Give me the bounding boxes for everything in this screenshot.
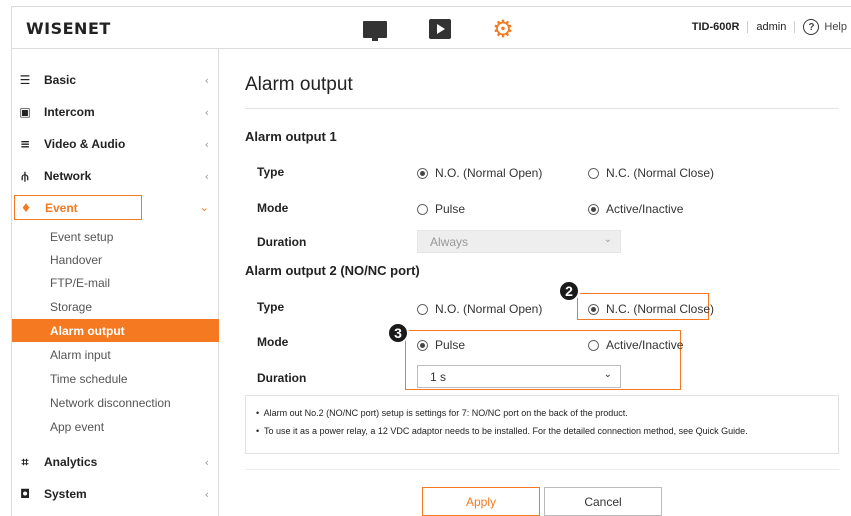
info-notes: • Alarm out No.2 (NO/NC port) setup is s…	[245, 395, 839, 454]
note-item: • Alarm out No.2 (NO/NC port) setup is s…	[256, 408, 628, 418]
bell-icon: ♦	[20, 200, 32, 215]
sidebar-subitem[interactable]: Storage	[12, 295, 219, 318]
sidebar-item-video-audio[interactable]: ≡ Video & Audio ‹	[12, 131, 219, 157]
output2-type-nc-radio[interactable]: N.C. (Normal Close)	[588, 302, 714, 316]
output1-mode-pulse-radio[interactable]: Pulse	[417, 202, 465, 216]
logo: WISENET	[26, 19, 111, 38]
mode-label: Mode	[257, 335, 289, 349]
sidebar: ☰ Basic ‹ ▣ Intercom ‹ ≡ Video & Audio ‹…	[11, 49, 219, 516]
radio-label: Pulse	[435, 338, 466, 352]
chevron-down-icon: ⌄	[603, 234, 612, 245]
sidebar-subitem[interactable]: Event setup	[12, 225, 219, 248]
radio-label: N.O. (Normal Open)	[435, 166, 543, 180]
sidebar-item-intercom[interactable]: ▣ Intercom ‹	[12, 99, 219, 125]
user-name[interactable]: admin	[748, 21, 796, 33]
sliders-icon: ≡	[19, 137, 31, 151]
intercom-icon: ▣	[19, 105, 31, 119]
chevron-down-icon: ⌄	[199, 201, 209, 214]
app-frame: WISENET ⚙ TID-600R admin ? Help ☰ Basic …	[0, 0, 851, 516]
apply-button[interactable]: Apply	[422, 487, 540, 516]
help-button[interactable]: ? Help	[795, 19, 847, 35]
sidebar-item-basic[interactable]: ☰ Basic ‹	[12, 67, 219, 93]
radio-label: Pulse	[435, 202, 466, 216]
type-label: Type	[257, 165, 285, 179]
sidebar-item-system[interactable]: ◘ System ‹	[12, 481, 219, 507]
radio-checked-icon	[588, 203, 599, 215]
sidebar-subitem[interactable]: Alarm input	[12, 343, 219, 366]
radio-unchecked-icon	[588, 167, 599, 179]
radio-unchecked-icon	[417, 303, 428, 315]
sidebar-item-event[interactable]: ♦ Event ⌄	[14, 195, 209, 220]
sidebar-item-label: Basic	[44, 73, 77, 87]
sidebar-item-label: Event	[45, 200, 78, 215]
radio-checked-icon	[588, 303, 599, 315]
chevron-left-icon: ‹	[204, 169, 209, 183]
radio-checked-icon	[417, 167, 428, 179]
sidebar-subitem-active[interactable]: Alarm output	[12, 319, 219, 342]
chevron-left-icon: ‹	[204, 137, 209, 151]
output1-mode-active-radio[interactable]: Active/Inactive	[588, 202, 683, 216]
playback-icon[interactable]	[427, 17, 453, 41]
list-icon: ☰	[19, 73, 31, 87]
callout-badge-3: 3	[387, 322, 409, 344]
divider	[245, 469, 839, 470]
radio-label: N.C. (Normal Close)	[606, 166, 715, 180]
note-item: • To use it as a power relay, a 12 VDC a…	[256, 426, 748, 436]
section-heading: Alarm output 2 (NO/NC port)	[245, 263, 420, 278]
output2-mode-active-radio[interactable]: Active/Inactive	[588, 338, 683, 352]
radio-unchecked-icon	[588, 339, 599, 351]
note-text: To use it as a power relay, a 12 VDC ada…	[264, 426, 748, 436]
settings-gear-icon[interactable]: ⚙	[490, 17, 516, 41]
sidebar-item-network[interactable]: ⫛ Network ‹	[12, 163, 219, 189]
output1-type-no-radio[interactable]: N.O. (Normal Open)	[417, 166, 542, 180]
chevron-left-icon: ‹	[204, 105, 209, 119]
sidebar-subitem[interactable]: FTP/E-mail	[12, 271, 219, 294]
output2-duration-select[interactable]: 1 s ⌄	[417, 365, 621, 388]
chevron-left-icon: ‹	[204, 73, 209, 87]
select-value: 1 s	[430, 369, 447, 384]
divider	[245, 108, 839, 109]
select-value: Always	[430, 234, 469, 249]
radio-label: Active/Inactive	[606, 338, 684, 352]
sidebar-subitem[interactable]: App event	[12, 415, 219, 438]
sidebar-subitem[interactable]: Time schedule	[12, 367, 219, 390]
mode-label: Mode	[257, 201, 289, 215]
sidebar-item-label: Video & Audio	[44, 137, 126, 151]
radio-label: N.C. (Normal Close)	[606, 302, 715, 316]
sidebar-item-label: System	[44, 487, 87, 501]
section-heading: Alarm output 1	[245, 129, 337, 144]
page-title: Alarm output	[245, 74, 353, 95]
chevron-left-icon: ‹	[204, 455, 209, 469]
sidebar-item-analytics[interactable]: ⌗ Analytics ‹	[12, 449, 219, 475]
live-view-icon[interactable]	[362, 17, 388, 41]
network-icon: ⫛	[21, 168, 29, 183]
radio-checked-icon	[417, 339, 428, 351]
system-icon: ◘	[19, 487, 31, 501]
duration-label: Duration	[257, 371, 307, 385]
chevron-left-icon: ‹	[204, 487, 209, 501]
top-bar: WISENET ⚙ TID-600R admin ? Help	[11, 6, 851, 49]
chevron-down-icon: ⌄	[603, 369, 612, 380]
sidebar-item-label: Intercom	[44, 105, 95, 119]
radio-unchecked-icon	[417, 203, 428, 215]
output1-type-nc-radio[interactable]: N.C. (Normal Close)	[588, 166, 714, 180]
help-icon: ?	[803, 19, 820, 35]
output1-duration-select[interactable]: Always ⌄	[417, 230, 621, 253]
output2-type-no-radio[interactable]: N.O. (Normal Open)	[417, 302, 542, 316]
callout-badge-2: 2	[558, 280, 580, 302]
radio-label: N.O. (Normal Open)	[435, 302, 543, 316]
duration-label: Duration	[257, 235, 307, 249]
type-label: Type	[257, 300, 285, 314]
output2-mode-pulse-radio[interactable]: Pulse	[417, 338, 465, 352]
sidebar-subitem[interactable]: Handover	[12, 248, 219, 271]
device-model: TID-600R	[692, 21, 749, 33]
note-text: Alarm out No.2 (NO/NC port) setup is set…	[263, 408, 628, 418]
cancel-button[interactable]: Cancel	[544, 487, 662, 516]
sidebar-item-label: Analytics	[44, 455, 98, 469]
help-label: Help	[824, 21, 847, 33]
radio-label: Active/Inactive	[606, 202, 684, 216]
analytics-icon: ⌗	[21, 454, 29, 469]
sidebar-subitem[interactable]: Network disconnection	[12, 391, 219, 414]
sidebar-item-label: Network	[44, 169, 92, 183]
